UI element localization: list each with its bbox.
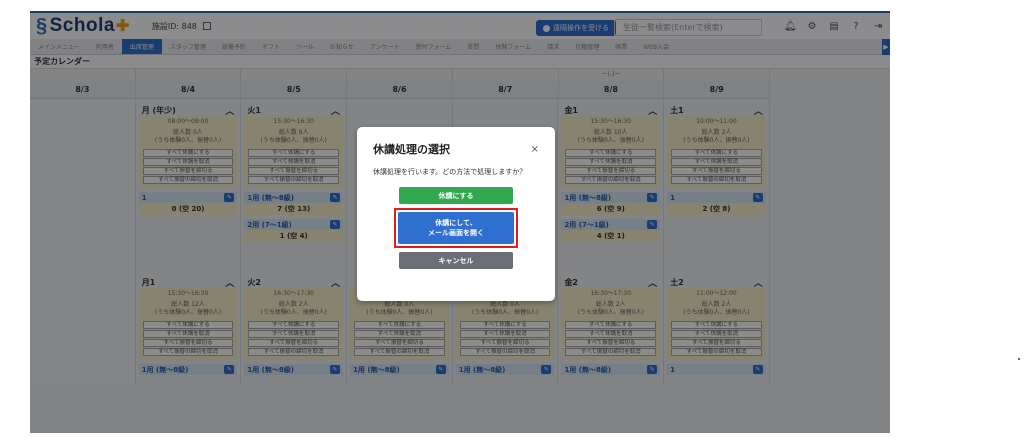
cancel-lesson-dialog: 休講処理の選択 × 休講処理を行います。どの方法で処理しますか？ 休講にする 休… xyxy=(357,127,555,301)
close-icon[interactable]: × xyxy=(531,144,539,155)
dialog-description: 休講処理を行います。どの方法で処理しますか？ xyxy=(373,168,527,176)
dialog-cancel-button[interactable]: キャンセル xyxy=(399,252,513,269)
cancel-and-open-mail-button[interactable]: 休講にして、 メール画面を開く xyxy=(398,212,514,244)
highlight-box: 休講にして、 メール画面を開く xyxy=(394,208,518,248)
mail-button-line2: メール画面を開く xyxy=(428,229,484,237)
page-dot xyxy=(1018,358,1020,360)
app-window: § Schola ✚ 施設ID: 848 遠隔操作を受ける 生徒一覧検索(Ent… xyxy=(30,11,890,433)
mail-button-line1: 休講にして、 xyxy=(435,219,477,227)
cancel-lesson-button[interactable]: 休講にする xyxy=(399,187,513,204)
dialog-title: 休講処理の選択 xyxy=(373,143,450,156)
